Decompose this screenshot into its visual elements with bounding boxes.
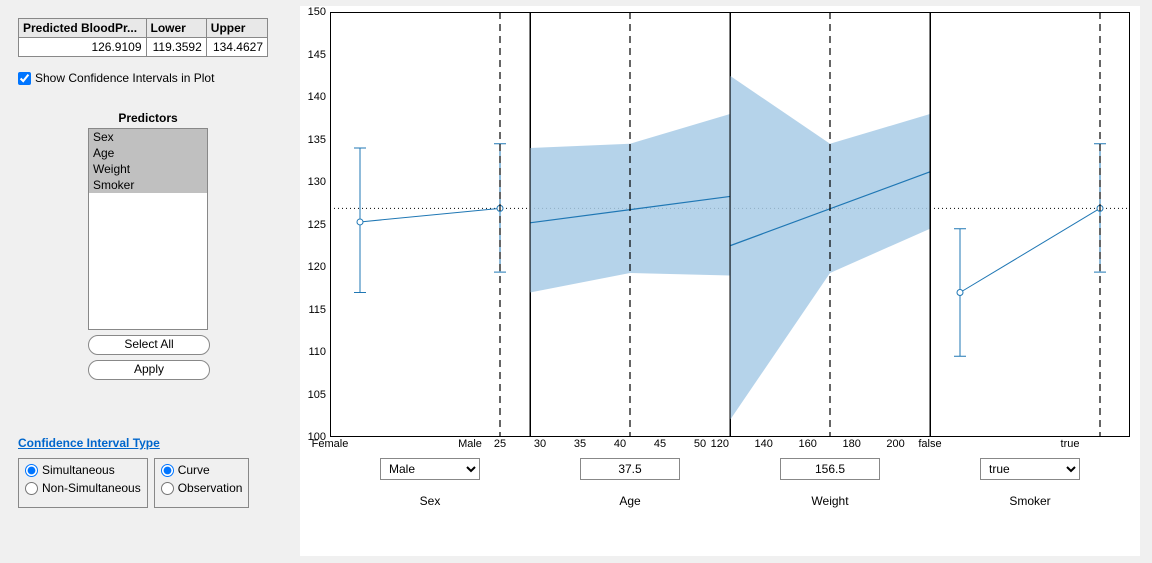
plot-area: FemaleMale253035404550120140160180200fal… <box>300 6 1140 556</box>
prediction-table: Predicted BloodPr... Lower Upper 126.910… <box>18 18 268 57</box>
x-tick-label: 50 <box>694 438 706 450</box>
listbox-item[interactable]: Age <box>89 145 207 161</box>
x-tick-label: 30 <box>534 438 546 450</box>
col-lower: Lower <box>146 19 206 38</box>
radio-observation[interactable] <box>161 482 174 495</box>
x-tick-label: 200 <box>886 438 904 450</box>
x-tick-label: 180 <box>842 438 860 450</box>
x-tick-label: Male <box>458 438 482 450</box>
val-lower: 119.3592 <box>146 38 206 57</box>
ci-simultaneous-group: Simultaneous Non-Simultaneous <box>18 458 148 508</box>
y-tick-label: 110 <box>300 346 326 358</box>
listbox-item[interactable]: Sex <box>89 129 207 145</box>
smoker-xlabel: Smoker <box>930 494 1130 508</box>
y-tick-label: 120 <box>300 261 326 273</box>
y-tick-label: 100 <box>300 431 326 443</box>
x-tick-label: true <box>1061 438 1080 450</box>
predictors-listbox[interactable]: Sex Age Weight Smoker <box>88 128 208 330</box>
sex-xlabel: Sex <box>330 494 530 508</box>
y-tick-label: 105 <box>300 389 326 401</box>
y-tick-label: 135 <box>300 134 326 146</box>
y-tick-label: 145 <box>300 49 326 61</box>
x-tick-label: 120 <box>711 438 729 450</box>
ci-curve-group: Curve Observation <box>154 458 250 508</box>
val-predicted: 126.9109 <box>19 38 147 57</box>
col-predicted: Predicted BloodPr... <box>19 19 147 38</box>
x-tick-label: 45 <box>654 438 666 450</box>
age-input[interactable] <box>580 458 680 480</box>
y-tick-label: 150 <box>300 6 326 18</box>
listbox-item[interactable]: Smoker <box>89 177 207 193</box>
x-tick-label: 140 <box>755 438 773 450</box>
age-xlabel: Age <box>530 494 730 508</box>
show-ci-checkbox[interactable] <box>18 72 31 85</box>
y-tick-label: 125 <box>300 219 326 231</box>
radio-curve[interactable] <box>161 464 174 477</box>
listbox-item[interactable]: Weight <box>89 161 207 177</box>
x-tick-label: false <box>918 438 941 450</box>
plot-svg <box>330 12 1130 437</box>
predictors-title: Predictors <box>88 111 208 125</box>
val-upper: 134.4627 <box>206 38 267 57</box>
radio-nonsimultaneous[interactable] <box>25 482 38 495</box>
ci-type-link[interactable]: Confidence Interval Type <box>18 436 280 450</box>
y-tick-label: 130 <box>300 176 326 188</box>
col-upper: Upper <box>206 19 267 38</box>
x-tick-label: 35 <box>574 438 586 450</box>
x-tick-label: 40 <box>614 438 626 450</box>
apply-button[interactable]: Apply <box>88 360 210 380</box>
y-tick-label: 115 <box>300 304 326 316</box>
sex-select[interactable]: Male <box>380 458 480 480</box>
weight-xlabel: Weight <box>730 494 930 508</box>
weight-input[interactable] <box>780 458 880 480</box>
y-tick-label: 140 <box>300 91 326 103</box>
select-all-button[interactable]: Select All <box>88 335 210 355</box>
smoker-select[interactable]: true <box>980 458 1080 480</box>
show-ci-label: Show Confidence Intervals in Plot <box>35 71 214 85</box>
radio-simultaneous[interactable] <box>25 464 38 477</box>
x-tick-label: 25 <box>494 438 506 450</box>
x-tick-label: 160 <box>799 438 817 450</box>
